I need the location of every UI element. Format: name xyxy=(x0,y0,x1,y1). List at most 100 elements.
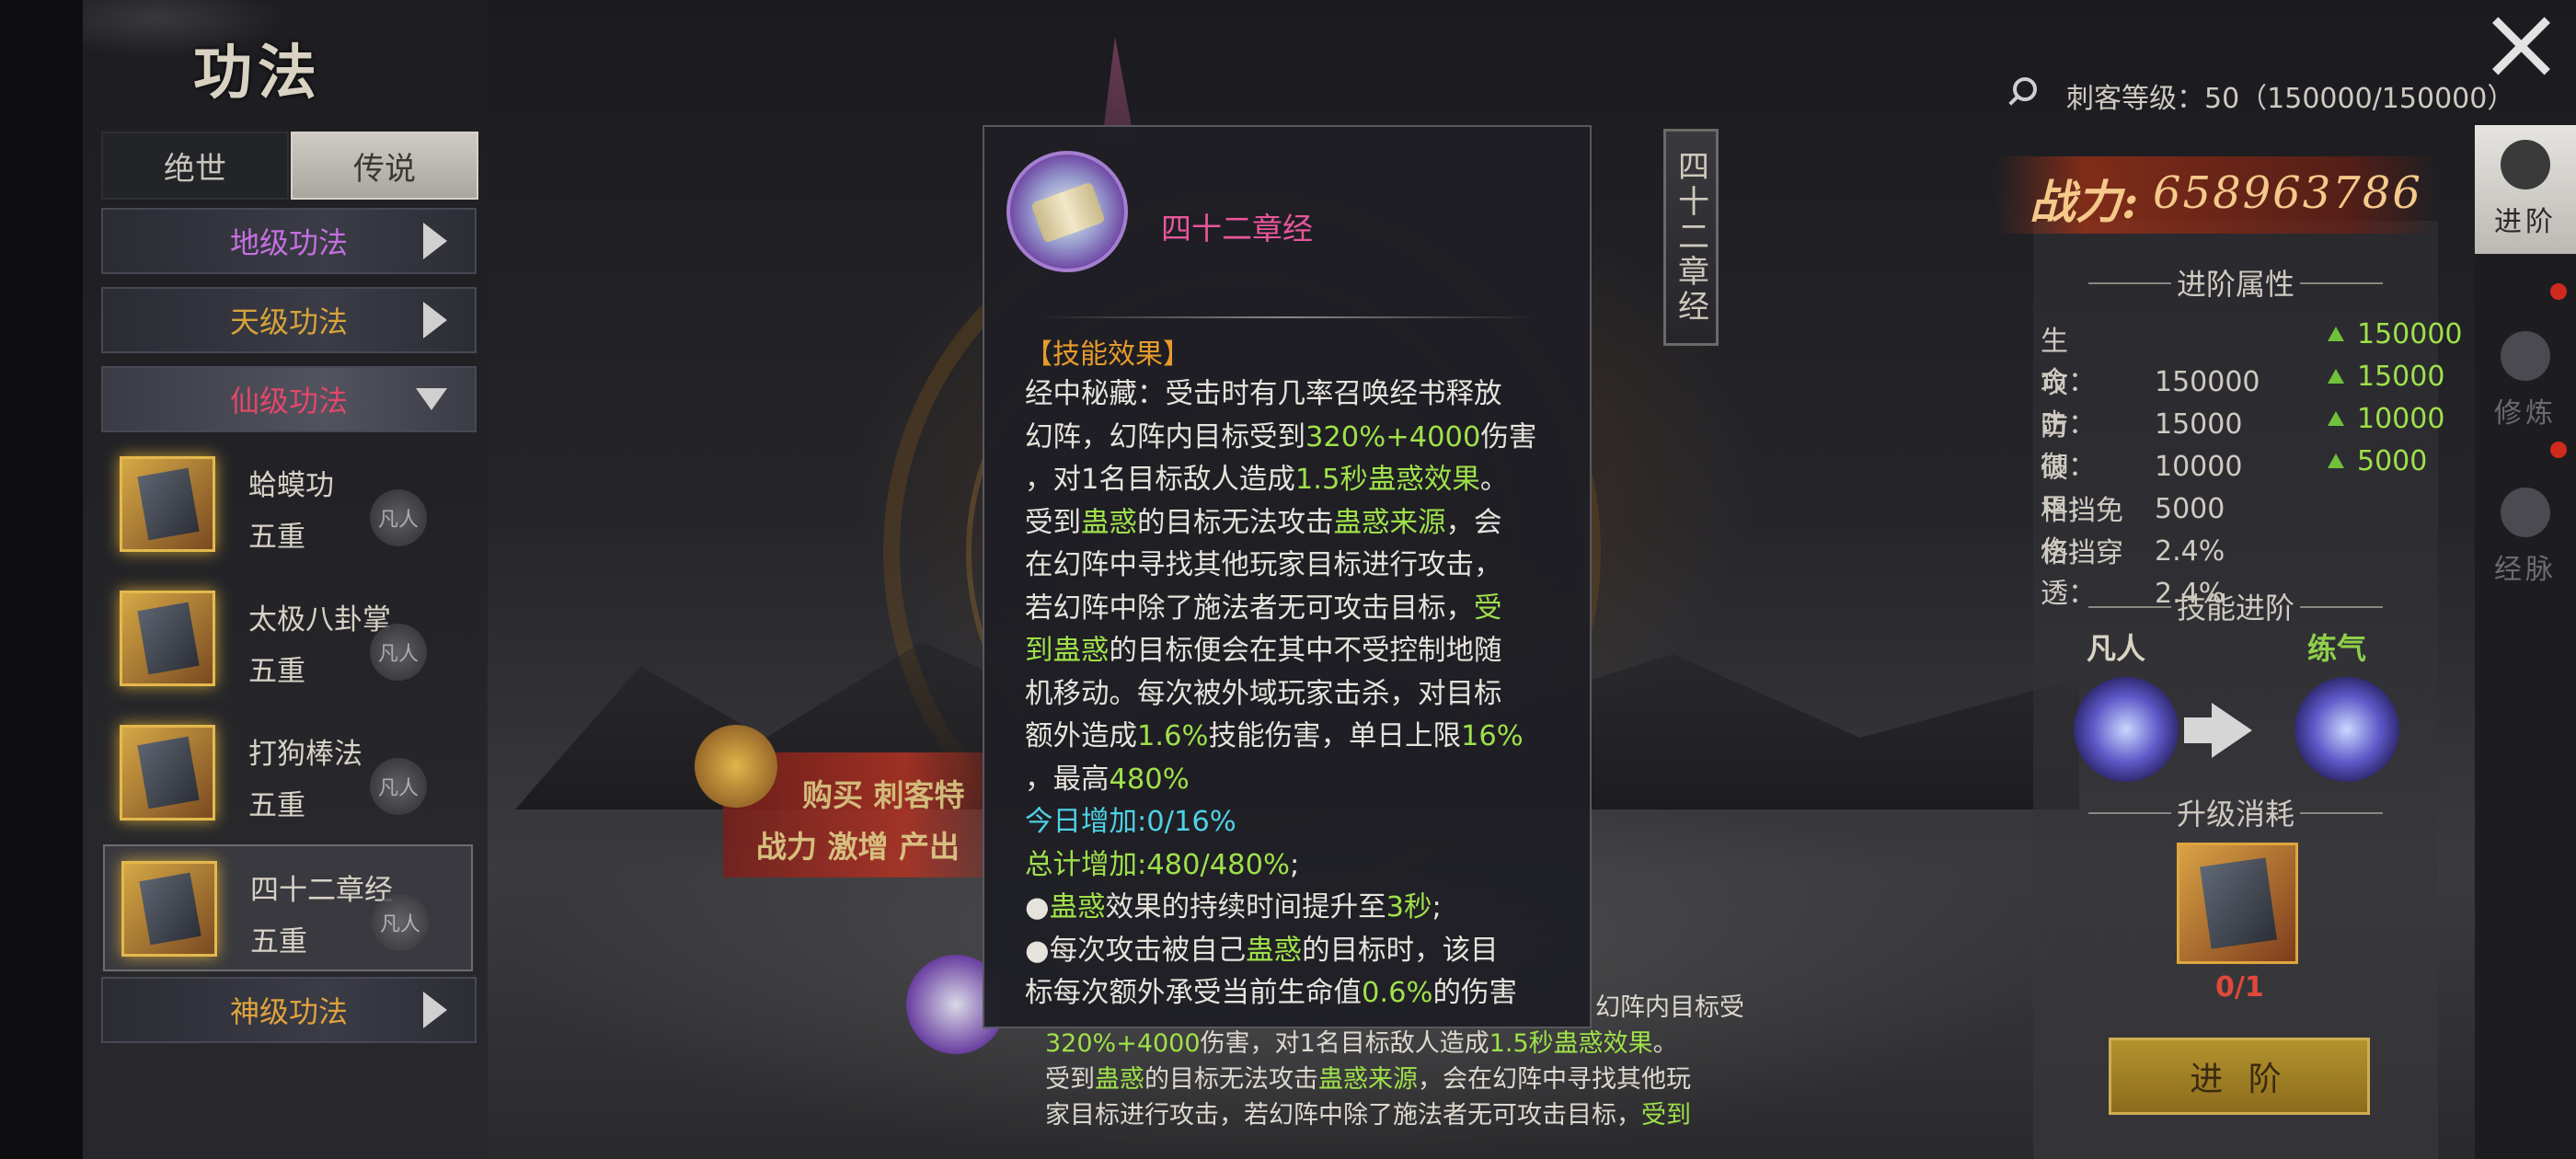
skill-item[interactable]: 蛤蟆功 五重 凡人 xyxy=(103,442,473,568)
search-icon[interactable] xyxy=(2013,77,2037,101)
tooltip-line: ，对1名目标敌人造成1.5秒蛊惑效果。 xyxy=(1025,464,1509,496)
notification-dot xyxy=(2550,442,2567,458)
advance-icon xyxy=(2501,140,2550,189)
attr-up: 150000 xyxy=(2328,318,2463,350)
side-tab-meridian[interactable]: 经脉 xyxy=(2475,473,2576,602)
skill-plaque: 四十二章经 xyxy=(1663,129,1719,346)
meridian-icon xyxy=(2501,488,2550,537)
skill-level: 五重 xyxy=(248,655,305,688)
to-rank-label: 练气 xyxy=(2307,631,2367,666)
assassin-level: 刺客等级：50（150000/150000） xyxy=(2066,83,2515,115)
skill-name: 太极八卦掌 xyxy=(248,603,391,637)
category-label: 地级功法 xyxy=(229,225,348,260)
tooltip-line: 到蛊惑的目标便会在其中不受控制地随 xyxy=(1025,635,1502,667)
side-tab-label: 修炼 xyxy=(2494,397,2557,430)
chevron-right-icon xyxy=(423,302,447,339)
rank-stamp: 凡人 xyxy=(372,894,429,951)
desc-line: 320%+4000伤害，对1名目标敌人造成1.5秒蛊惑效果。 xyxy=(1045,1029,1678,1058)
tooltip-line: 经中秘藏：受击时有几率召唤经书释放 xyxy=(1025,378,1502,410)
chevron-down-icon xyxy=(416,388,447,410)
page-title: 功法 xyxy=(193,39,322,108)
rank-gem-icon xyxy=(2074,677,2179,782)
from-rank-label: 凡人 xyxy=(2087,631,2146,666)
tooltip-line: 在幻阵中寻找其他玩家目标进行攻击， xyxy=(1025,549,1502,581)
skill-item[interactable]: 太极八卦掌 五重 凡人 xyxy=(103,576,473,703)
category-label: 仙级功法 xyxy=(229,384,348,419)
skill-tooltip: 四十二章经 【技能效果】 经中秘藏：受击时有几率召唤经书释放 幻阵，幻阵内目标受… xyxy=(983,125,1592,1028)
tooltip-line-total: 总计增加:480/480%; xyxy=(1025,848,1300,881)
divider xyxy=(1040,316,1536,318)
skill-item[interactable]: 打狗棒法 五重 凡人 xyxy=(103,710,473,837)
attr-up: 5000 xyxy=(2328,445,2427,477)
tooltip-line: 额外造成1.6%技能伤害，单日上限16% xyxy=(1025,720,1524,752)
skill-level: 五重 xyxy=(248,789,305,822)
tooltip-line: 幻阵，幻阵内目标受到320%+4000伤害 xyxy=(1025,420,1537,453)
skill-item-selected[interactable]: 四十二章经 五重 凡人 xyxy=(103,844,473,971)
desc-line: 家目标进行攻击，若幻阵中除了施法者无可攻击目标，受到 xyxy=(1045,1101,1691,1130)
chevron-right-icon xyxy=(423,992,447,1028)
arrow-up-icon xyxy=(2328,453,2344,468)
notification-dot xyxy=(2550,283,2567,300)
promo-line-2: 战力 激增 产出 xyxy=(756,829,960,865)
tooltip-line: 机移动。每次被外域玩家击杀，对目标 xyxy=(1025,677,1502,710)
chevron-right-icon xyxy=(423,223,447,259)
rank-stamp: 凡人 xyxy=(370,758,427,815)
tooltip-line-today: 今日增加:0/16% xyxy=(1025,806,1236,838)
close-icon[interactable] xyxy=(2490,13,2554,77)
power-value: 658963786 xyxy=(2153,167,2422,219)
attr-up: 15000 xyxy=(2328,361,2444,393)
desc-line: 受到蛊惑的目标无法攻击蛊惑来源，会在幻阵中寻找其他玩 xyxy=(1045,1065,1691,1094)
rank-stamp: 凡人 xyxy=(370,624,427,681)
cultivate-icon xyxy=(2501,331,2550,381)
tooltip-line: ●蛊惑效果的持续时间提升至3秒; xyxy=(1025,891,1442,924)
left-edge xyxy=(0,0,83,1159)
tooltip-line: 标每次额外承受当前生命值0.6%的伤害 xyxy=(1025,977,1517,1009)
arrow-up-icon xyxy=(2328,369,2344,384)
skill-name: 蛤蟆功 xyxy=(248,469,334,502)
skill-name: 打狗棒法 xyxy=(248,738,362,771)
category-xianji[interactable]: 仙级功法 xyxy=(101,366,477,432)
tooltip-heading: 【技能效果】 xyxy=(1025,339,1190,371)
tooltip-line: ，最高480% xyxy=(1025,763,1190,796)
tooltip-body: 经中秘藏：受击时有几率召唤经书释放 幻阵，幻阵内目标受到320%+4000伤害 … xyxy=(1025,373,1568,1016)
rank-stamp: 凡人 xyxy=(370,489,427,546)
promo-emblem-icon xyxy=(695,725,777,808)
attr-section-title: 进阶属性 xyxy=(2052,261,2420,304)
side-tab-label: 进阶 xyxy=(2494,206,2557,238)
skill-book-icon xyxy=(120,456,215,552)
tab-jueshi[interactable]: 绝世 xyxy=(101,132,289,200)
category-label: 天级功法 xyxy=(229,304,348,339)
advance-button[interactable]: 进 阶 xyxy=(2109,1038,2370,1115)
side-tab-cultivate[interactable]: 修炼 xyxy=(2475,316,2576,445)
category-tianji[interactable]: 天级功法 xyxy=(101,287,477,353)
material-book-icon[interactable] xyxy=(2177,843,2298,964)
side-tab-label: 经脉 xyxy=(2494,554,2557,586)
arrow-up-icon xyxy=(2328,411,2344,426)
arrow-up-icon xyxy=(2328,327,2344,341)
skill-level: 五重 xyxy=(248,521,305,554)
material-count: 0/1 xyxy=(2215,971,2264,1004)
category-label: 神级功法 xyxy=(229,994,348,1029)
side-tab-bar xyxy=(2475,120,2576,1159)
category-shenji[interactable]: 神级功法 xyxy=(101,977,477,1043)
skill-level: 五重 xyxy=(250,925,307,958)
skill-book-icon xyxy=(121,861,217,957)
tab-chuanshuo[interactable]: 传说 xyxy=(291,132,478,200)
arrow-right-icon xyxy=(2184,703,2252,758)
power-label: 战力: xyxy=(2030,175,2139,229)
tooltip-line: 受到蛊惑的目标无法攻击蛊惑来源，会 xyxy=(1025,506,1502,539)
tooltip-line: ●每次攻击被自己蛊惑的目标时，该目 xyxy=(1025,934,1499,967)
skill-book-icon xyxy=(120,725,215,820)
attr-up: 10000 xyxy=(2328,403,2444,435)
skill-advance-title: 技能进阶 xyxy=(2052,585,2420,627)
tooltip-skill-name: 四十二章经 xyxy=(1161,211,1313,247)
combat-power: 战力: 658963786 xyxy=(1996,156,2438,234)
side-tab-advance[interactable]: 进阶 xyxy=(2475,125,2576,254)
skill-book-icon xyxy=(120,591,215,686)
skill-name: 四十二章经 xyxy=(250,874,393,907)
promo-line-1: 购买 刺客特 xyxy=(802,777,965,813)
tooltip-line: 若幻阵中除了施法者无可攻击目标，受 xyxy=(1025,591,1502,625)
category-diji[interactable]: 地级功法 xyxy=(101,208,477,274)
rank-gem-icon xyxy=(2294,677,2399,782)
scroll-icon xyxy=(1006,151,1128,272)
